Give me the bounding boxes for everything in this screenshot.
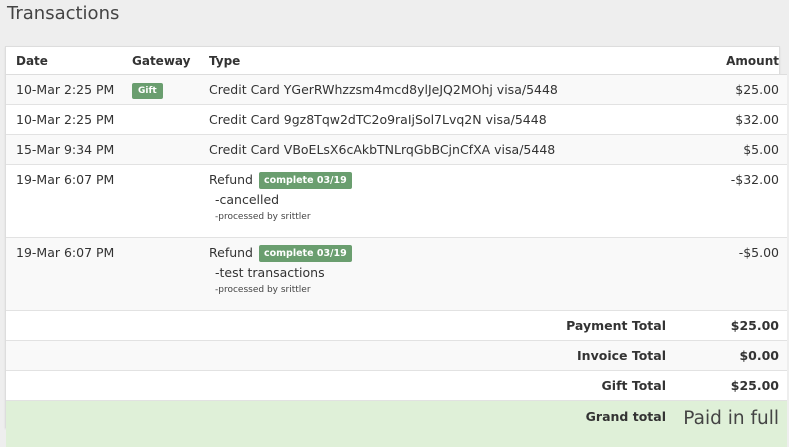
payment-total-label: Payment Total bbox=[6, 311, 678, 341]
payment-total-row: Payment Total $25.00 bbox=[6, 311, 787, 341]
row-date: 10-Mar 2:25 PM bbox=[6, 105, 131, 135]
payment-total-value: $25.00 bbox=[678, 311, 787, 341]
gift-total-row: Gift Total $25.00 bbox=[6, 371, 787, 401]
col-header-type[interactable]: Type bbox=[209, 47, 678, 75]
grand-total-value: Paid in full bbox=[678, 401, 787, 447]
invoice-total-row: Invoice Total $0.00 bbox=[6, 341, 787, 371]
refund-row[interactable]: 19-Mar 6:07 PM Refund complete 03/19 -te… bbox=[6, 238, 787, 311]
row-date: 19-Mar 6:07 PM bbox=[6, 165, 131, 238]
processed-by: -processed by srittler bbox=[209, 212, 678, 222]
row-amount: -$5.00 bbox=[678, 238, 787, 311]
row-type: Credit Card YGerRWhzzsm4mcd8ylJeJQ2MOhj … bbox=[209, 75, 678, 105]
transactions-table: Date Gateway Type Amount 10-Mar 2:25 PM … bbox=[6, 47, 787, 447]
grand-total-row: Grand total Paid in full bbox=[6, 401, 787, 447]
row-amount: $5.00 bbox=[678, 135, 787, 165]
row-gateway: Gift bbox=[131, 75, 209, 105]
refund-label: Refund bbox=[209, 245, 253, 260]
invoice-total-label: Invoice Total bbox=[6, 341, 678, 371]
table-row[interactable]: 15-Mar 9:34 PM Credit Card VBoELsX6cAkbT… bbox=[6, 135, 787, 165]
col-header-date[interactable]: Date bbox=[6, 47, 131, 75]
col-header-amount[interactable]: Amount bbox=[678, 47, 787, 75]
gift-total-value: $25.00 bbox=[678, 371, 787, 401]
table-row[interactable]: 10-Mar 2:25 PM Credit Card 9gz8Tqw2dTC2o… bbox=[6, 105, 787, 135]
table-header-row: Date Gateway Type Amount bbox=[6, 47, 787, 75]
col-header-gateway[interactable]: Gateway bbox=[131, 47, 209, 75]
row-type: Refund complete 03/19 -test transactions… bbox=[209, 238, 678, 311]
row-amount: $25.00 bbox=[678, 75, 787, 105]
row-gateway bbox=[131, 135, 209, 165]
row-type: Credit Card VBoELsX6cAkbTNLrqGbBCjnCfXA … bbox=[209, 135, 678, 165]
refund-label: Refund bbox=[209, 172, 253, 187]
gift-badge: Gift bbox=[132, 83, 163, 99]
transactions-panel: Date Gateway Type Amount 10-Mar 2:25 PM … bbox=[5, 46, 780, 428]
invoice-total-value: $0.00 bbox=[678, 341, 787, 371]
table-row[interactable]: 10-Mar 2:25 PM Gift Credit Card YGerRWhz… bbox=[6, 75, 787, 105]
row-amount: $32.00 bbox=[678, 105, 787, 135]
status-badge: complete 03/19 bbox=[259, 245, 352, 262]
refund-row[interactable]: 19-Mar 6:07 PM Refund complete 03/19 -ca… bbox=[6, 165, 787, 238]
row-amount: -$32.00 bbox=[678, 165, 787, 238]
grand-total-label: Grand total bbox=[6, 401, 678, 447]
refund-note: -test transactions bbox=[209, 265, 678, 280]
row-gateway bbox=[131, 165, 209, 238]
gift-total-label: Gift Total bbox=[6, 371, 678, 401]
page-title: Transactions bbox=[7, 3, 119, 24]
row-type: Credit Card 9gz8Tqw2dTC2o9raIjSol7Lvq2N … bbox=[209, 105, 678, 135]
row-gateway bbox=[131, 238, 209, 311]
row-type: Refund complete 03/19 -cancelled -proces… bbox=[209, 165, 678, 238]
status-badge: complete 03/19 bbox=[259, 172, 352, 189]
row-date: 10-Mar 2:25 PM bbox=[6, 75, 131, 105]
refund-note: -cancelled bbox=[209, 192, 678, 207]
row-date: 15-Mar 9:34 PM bbox=[6, 135, 131, 165]
processed-by: -processed by srittler bbox=[209, 285, 678, 295]
row-date: 19-Mar 6:07 PM bbox=[6, 238, 131, 311]
row-gateway bbox=[131, 105, 209, 135]
